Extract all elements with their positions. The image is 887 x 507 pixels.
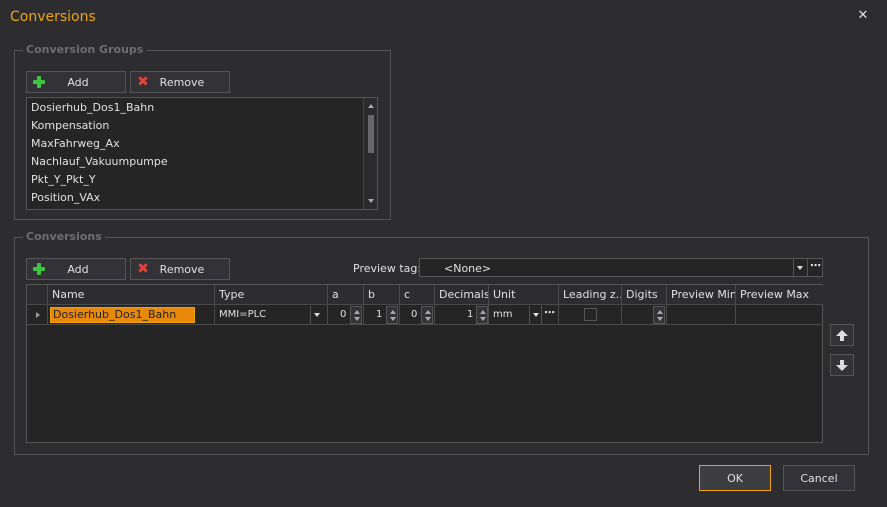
col-header-b[interactable]: b: [364, 285, 400, 305]
move-up-button[interactable]: [830, 324, 854, 346]
col-header-unit[interactable]: Unit: [489, 285, 559, 305]
conversions-grid[interactable]: Name Type a b c Decimals Unit Leading z.…: [26, 284, 823, 443]
digits-spinner[interactable]: [653, 306, 665, 324]
decimals-value: 1: [467, 309, 474, 320]
leading-zeros-checkbox[interactable]: [584, 308, 597, 321]
row-indicator-header: [27, 285, 48, 305]
x-icon: ✖: [137, 74, 149, 90]
unit-ellipsis-icon[interactable]: ⋯: [541, 306, 557, 324]
preview-tag-value: <None>: [444, 262, 492, 275]
preview-tag-label: Preview tag:: [353, 262, 422, 275]
decimals-spinner[interactable]: [476, 306, 488, 324]
plus-icon: [33, 263, 45, 275]
remove-group-button[interactable]: ✖ Remove: [130, 71, 230, 93]
add-group-label: Add: [67, 75, 89, 89]
plus-icon: [33, 76, 45, 88]
conversions-legend: Conversions: [23, 231, 105, 243]
list-item[interactable]: Position_VAx: [31, 189, 100, 207]
cell-unit[interactable]: mm ⋯: [489, 305, 559, 325]
scroll-up-icon[interactable]: [368, 104, 374, 108]
c-value: 0: [411, 309, 418, 320]
remove-group-label: Remove: [159, 75, 205, 89]
x-icon: ✖: [137, 261, 149, 277]
a-value: 0: [340, 309, 347, 320]
chevron-down-icon[interactable]: [793, 259, 807, 276]
cell-type[interactable]: MMI=PLC: [215, 305, 328, 325]
scrollbar-thumb[interactable]: [368, 115, 374, 153]
list-item[interactable]: MaxFahrweg_Ax: [31, 135, 120, 153]
cancel-button[interactable]: Cancel: [783, 465, 855, 491]
type-value: MMI=PLC: [219, 309, 267, 320]
ellipsis-icon[interactable]: ⋯: [807, 259, 823, 276]
row-pointer-icon: [36, 312, 40, 318]
type-dropdown-icon[interactable]: [310, 306, 322, 324]
cell-leading-zeros[interactable]: [559, 305, 622, 325]
scroll-down-icon[interactable]: [368, 199, 374, 203]
col-header-c[interactable]: c: [400, 285, 435, 305]
name-value: Dosierhub_Dos1_Bahn: [53, 308, 177, 321]
list-item[interactable]: Kompensation: [31, 117, 109, 135]
list-item[interactable]: Pkt_Y_Pkt_Y: [31, 171, 96, 189]
add-conversion-label: Add: [67, 262, 89, 276]
col-header-digits[interactable]: Digits: [622, 285, 667, 305]
add-conversion-button[interactable]: Add: [26, 258, 126, 280]
row-indicator[interactable]: [27, 305, 48, 325]
cell-a[interactable]: 0: [328, 305, 364, 325]
window-title: Conversions: [10, 9, 96, 25]
list-item[interactable]: Nachlauf_Vakuumpumpe: [31, 153, 168, 171]
cell-preview-max[interactable]: [736, 305, 823, 325]
cell-digits[interactable]: [622, 305, 667, 325]
col-header-name[interactable]: Name: [48, 285, 215, 305]
col-header-preview-max[interactable]: Preview Max: [736, 285, 823, 305]
ok-button[interactable]: OK: [699, 465, 771, 491]
arrow-down-icon: [836, 364, 848, 371]
add-group-button[interactable]: Add: [26, 71, 126, 93]
remove-conversion-button[interactable]: ✖ Remove: [130, 258, 230, 280]
col-header-leading-zeros[interactable]: Leading z...: [559, 285, 622, 305]
col-header-type[interactable]: Type: [215, 285, 328, 305]
col-header-a[interactable]: a: [328, 285, 364, 305]
b-spinner[interactable]: [386, 306, 398, 324]
a-spinner[interactable]: [350, 306, 362, 324]
col-header-preview-min[interactable]: Preview Min: [667, 285, 736, 305]
cell-name[interactable]: Dosierhub_Dos1_Bahn: [48, 305, 215, 325]
cell-b[interactable]: 1: [364, 305, 400, 325]
cell-decimals[interactable]: 1: [435, 305, 489, 325]
name-cell-editor[interactable]: Dosierhub_Dos1_Bahn: [50, 307, 195, 323]
conversion-groups-legend: Conversion Groups: [23, 44, 147, 56]
close-icon[interactable]: ✕: [856, 9, 870, 23]
list-scrollbar[interactable]: [363, 98, 377, 209]
c-spinner[interactable]: [421, 306, 433, 324]
unit-dropdown-icon[interactable]: [529, 306, 541, 324]
cell-preview-min[interactable]: [667, 305, 736, 325]
preview-tag-select[interactable]: <None> ⋯: [419, 258, 823, 277]
b-value: 1: [376, 309, 383, 320]
move-down-button[interactable]: [830, 354, 854, 376]
conversion-groups-list[interactable]: Dosierhub_Dos1_Bahn Kompensation MaxFahr…: [26, 97, 378, 210]
remove-conversion-label: Remove: [159, 262, 205, 276]
unit-value: mm: [493, 309, 513, 320]
col-header-decimals[interactable]: Decimals: [435, 285, 489, 305]
cell-c[interactable]: 0: [400, 305, 435, 325]
list-item[interactable]: Dosierhub_Dos1_Bahn: [31, 99, 154, 117]
